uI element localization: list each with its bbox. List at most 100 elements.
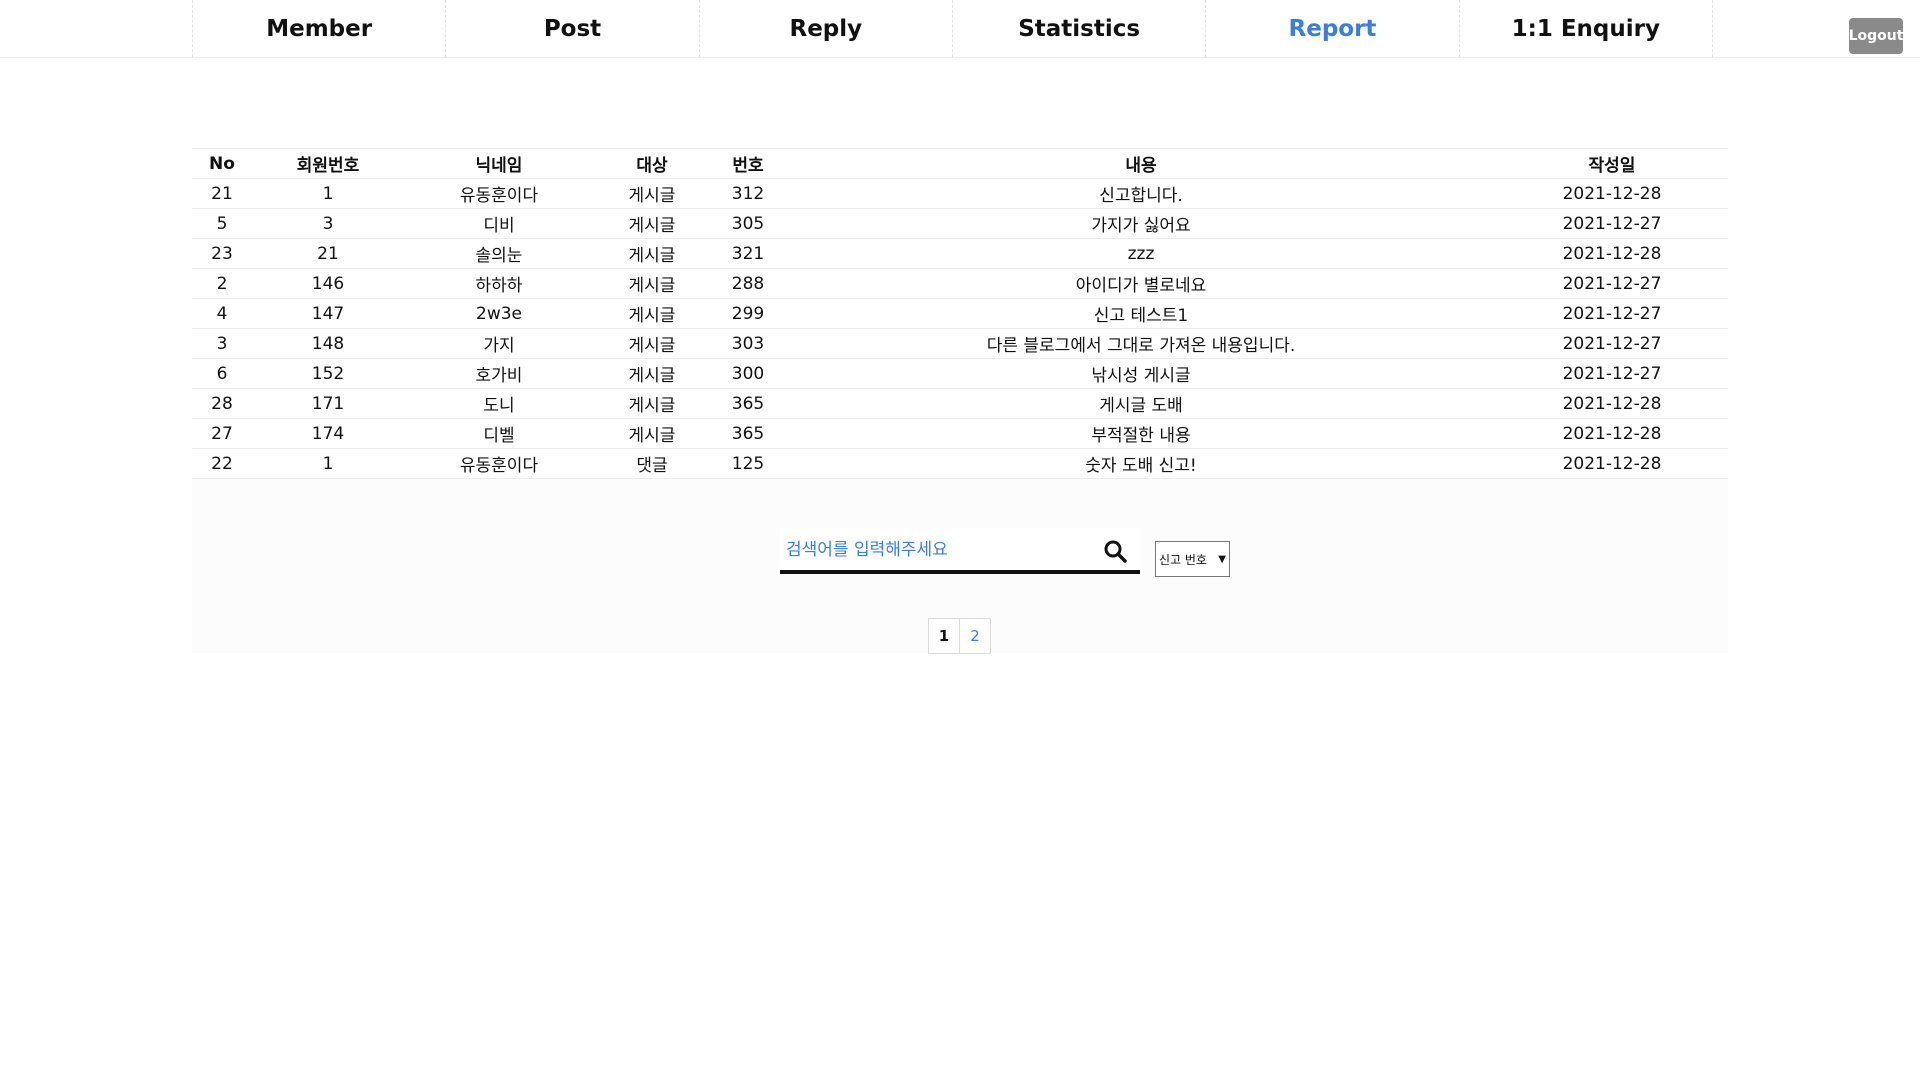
cell-target: 게시글 bbox=[594, 238, 710, 269]
column-header-member-number: 회원번호 bbox=[252, 148, 404, 179]
cell-member-number: 146 bbox=[252, 268, 404, 299]
cell-date: 2021-12-27 bbox=[1496, 328, 1728, 359]
table-row[interactable]: 3 148 가지 게시글 303 다른 블로그에서 그대로 가져온 내용입니다. 2021-… bbox=[192, 328, 1728, 359]
table-header: No 회원번호 닉네임 대상 번호 내용 작성일 bbox=[192, 148, 1728, 179]
cell-member-number: 1 bbox=[252, 178, 404, 209]
cell-number: 321 bbox=[710, 238, 786, 269]
table-row[interactable]: 6 152 호가비 게시글 300 낚시성 게시글 2021-12-27 bbox=[192, 358, 1728, 389]
cell-member-number: 21 bbox=[252, 238, 404, 269]
cell-target: 게시글 bbox=[594, 418, 710, 449]
column-header-target: 대상 bbox=[594, 148, 710, 179]
top-navigation-bar: Member Post Reply Statistics Report 1:1 … bbox=[0, 0, 1920, 58]
cell-target: 게시글 bbox=[594, 388, 710, 419]
table-row[interactable]: 27 174 디벨 게시글 365 부적절한 내용 2021-12-28 bbox=[192, 418, 1728, 449]
cell-nickname: 2w3e bbox=[404, 298, 594, 329]
search-type-selected-label: 신고 번호 bbox=[1159, 552, 1207, 567]
table-row[interactable]: 23 21 솔의눈 게시글 321 zzz 2021-12-28 bbox=[192, 238, 1728, 269]
cell-date: 2021-12-27 bbox=[1496, 298, 1728, 329]
cell-number: 300 bbox=[710, 358, 786, 389]
cell-member-number: 147 bbox=[252, 298, 404, 329]
cell-no: 4 bbox=[192, 298, 252, 329]
cell-nickname: 유동훈이다 bbox=[404, 448, 594, 479]
nav-tab-reply[interactable]: Reply bbox=[700, 0, 953, 57]
cell-target: 게시글 bbox=[594, 208, 710, 239]
cell-no: 23 bbox=[192, 238, 252, 269]
table-row[interactable]: 2 146 하하하 게시글 288 아이디가 별로네요 2021-12-27 bbox=[192, 268, 1728, 299]
cell-nickname: 가지 bbox=[404, 328, 594, 359]
page-button-1[interactable]: 1 bbox=[928, 618, 960, 654]
column-header-content: 내용 bbox=[786, 148, 1496, 179]
table-row[interactable]: 28 171 도니 게시글 365 게시글 도배 2021-12-28 bbox=[192, 388, 1728, 419]
nav-tab-post[interactable]: Post bbox=[446, 0, 700, 57]
cell-number: 305 bbox=[710, 208, 786, 239]
cell-no: 2 bbox=[192, 268, 252, 299]
cell-target: 게시글 bbox=[594, 178, 710, 209]
cell-date: 2021-12-27 bbox=[1496, 208, 1728, 239]
search-input[interactable] bbox=[786, 532, 1096, 568]
cell-content: 신고합니다. bbox=[786, 178, 1496, 209]
search-box bbox=[780, 528, 1140, 574]
table-row[interactable]: 22 1 유동훈이다 댓글 125 숫자 도배 신고! 2021-12-28 bbox=[192, 448, 1728, 479]
main-nav: Member Post Reply Statistics Report 1:1 … bbox=[192, 0, 1713, 57]
cell-no: 27 bbox=[192, 418, 252, 449]
cell-content: 게시글 도배 bbox=[786, 388, 1496, 419]
page-button-2[interactable]: 2 bbox=[959, 618, 991, 654]
cell-nickname: 하하하 bbox=[404, 268, 594, 299]
table-row[interactable]: 5 3 디비 게시글 305 가지가 싫어요 2021-12-27 bbox=[192, 208, 1728, 239]
cell-number: 365 bbox=[710, 418, 786, 449]
cell-nickname: 호가비 bbox=[404, 358, 594, 389]
cell-content: 낚시성 게시글 bbox=[786, 358, 1496, 389]
nav-tab-statistics[interactable]: Statistics bbox=[953, 0, 1207, 57]
cell-content: 신고 테스트1 bbox=[786, 298, 1496, 329]
cell-nickname: 도니 bbox=[404, 388, 594, 419]
cell-no: 21 bbox=[192, 178, 252, 209]
cell-date: 2021-12-28 bbox=[1496, 388, 1728, 419]
cell-number: 365 bbox=[710, 388, 786, 419]
column-header-date: 작성일 bbox=[1496, 148, 1728, 179]
cell-member-number: 152 bbox=[252, 358, 404, 389]
cell-number: 125 bbox=[710, 448, 786, 479]
cell-number: 312 bbox=[710, 178, 786, 209]
cell-target: 게시글 bbox=[594, 358, 710, 389]
pagination: 1 2 bbox=[928, 618, 991, 654]
cell-nickname: 유동훈이다 bbox=[404, 178, 594, 209]
cell-target: 댓글 bbox=[594, 448, 710, 479]
cell-member-number: 1 bbox=[252, 448, 404, 479]
cell-no: 3 bbox=[192, 328, 252, 359]
cell-content: zzz bbox=[786, 238, 1496, 269]
cell-member-number: 171 bbox=[252, 388, 404, 419]
column-header-nickname: 닉네임 bbox=[404, 148, 594, 179]
cell-content: 가지가 싫어요 bbox=[786, 208, 1496, 239]
cell-date: 2021-12-28 bbox=[1496, 418, 1728, 449]
cell-member-number: 3 bbox=[252, 208, 404, 239]
logout-button[interactable]: Logout bbox=[1849, 18, 1903, 54]
cell-no: 28 bbox=[192, 388, 252, 419]
cell-no: 6 bbox=[192, 358, 252, 389]
cell-number: 288 bbox=[710, 268, 786, 299]
search-type-select[interactable]: 신고 번호 ▼ bbox=[1155, 541, 1230, 577]
cell-date: 2021-12-28 bbox=[1496, 178, 1728, 209]
cell-content: 다른 블로그에서 그대로 가져온 내용입니다. bbox=[786, 328, 1496, 359]
table-row[interactable]: 4 147 2w3e 게시글 299 신고 테스트1 2021-12-27 bbox=[192, 298, 1728, 329]
cell-date: 2021-12-27 bbox=[1496, 358, 1728, 389]
cell-member-number: 148 bbox=[252, 328, 404, 359]
cell-number: 299 bbox=[710, 298, 786, 329]
report-table: No 회원번호 닉네임 대상 번호 내용 작성일 21 1 유동훈이다 게시글 312 신… bbox=[192, 148, 1728, 479]
nav-tab-member[interactable]: Member bbox=[193, 0, 447, 57]
cell-target: 게시글 bbox=[594, 268, 710, 299]
report-panel: No 회원번호 닉네임 대상 번호 내용 작성일 21 1 유동훈이다 게시글 312 신… bbox=[192, 148, 1728, 654]
search-area: 신고 번호 ▼ bbox=[192, 528, 1728, 584]
cell-number: 303 bbox=[710, 328, 786, 359]
search-icon[interactable] bbox=[1102, 538, 1130, 566]
chevron-down-icon: ▼ bbox=[1218, 553, 1226, 565]
nav-tab-report[interactable]: Report bbox=[1206, 0, 1460, 57]
cell-content: 아이디가 별로네요 bbox=[786, 268, 1496, 299]
table-body: 21 1 유동훈이다 게시글 312 신고합니다. 2021-12-28 5 3 디비 게시글 30… bbox=[192, 178, 1728, 479]
table-row[interactable]: 21 1 유동훈이다 게시글 312 신고합니다. 2021-12-28 bbox=[192, 178, 1728, 209]
cell-content: 부적절한 내용 bbox=[786, 418, 1496, 449]
cell-member-number: 174 bbox=[252, 418, 404, 449]
cell-date: 2021-12-28 bbox=[1496, 448, 1728, 479]
nav-tab-enquiry[interactable]: 1:1 Enquiry bbox=[1460, 0, 1713, 57]
cell-nickname: 디벨 bbox=[404, 418, 594, 449]
cell-date: 2021-12-27 bbox=[1496, 268, 1728, 299]
